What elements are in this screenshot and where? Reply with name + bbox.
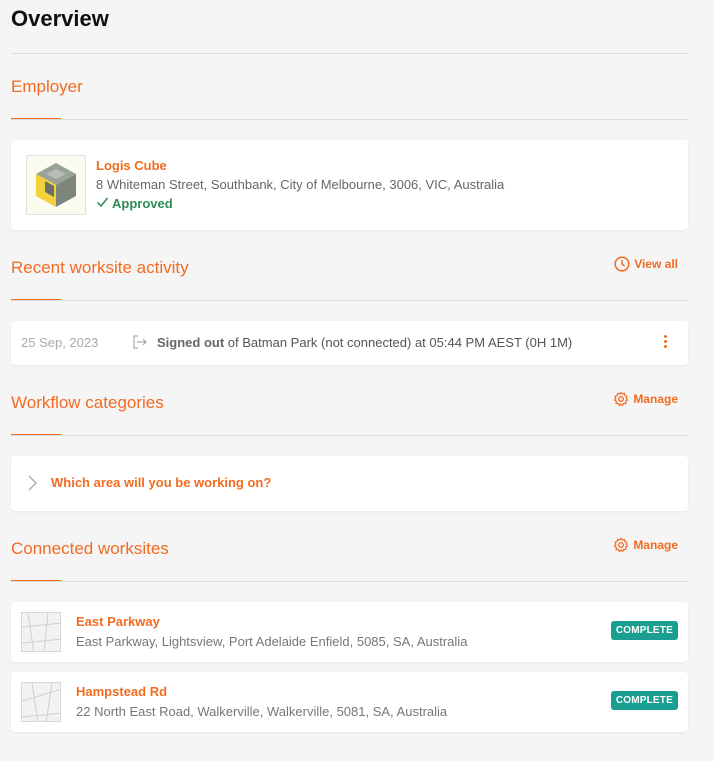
workflow-manage-label: Manage [633,392,678,406]
divider [11,300,688,301]
workflow-category-item[interactable]: Which area will you be working on? [11,456,688,511]
view-all-label: View all [634,257,678,271]
worksite-address: East Parkway, Lightsview, Port Adelaide … [76,634,468,649]
gear-icon [613,391,629,407]
worksite-name[interactable]: East Parkway [76,614,160,629]
employer-name[interactable]: Logis Cube [96,158,167,173]
activity-row: 25 Sep, 2023 Signed out of Batman Park (… [11,321,688,365]
map-thumbnail [21,682,61,722]
worksite-name[interactable]: Hampstead Rd [76,684,167,699]
worksites-section-title: Connected worksites [11,539,169,558]
check-icon [96,196,109,211]
divider [11,53,688,54]
chevron-right-icon [27,475,37,496]
employer-section-title: Employer [11,77,83,96]
activity-event: Signed out [157,335,225,350]
activity-text: Signed out of Batman Park (not connected… [157,335,572,350]
view-all-button[interactable]: View all [614,256,678,272]
activity-section-title: Recent worksite activity [11,258,189,277]
map-thumbnail [21,612,61,652]
worksites-manage-label: Manage [633,538,678,552]
employer-logo [26,155,86,215]
employer-card[interactable]: Logis Cube 8 Whiteman Street, Southbank,… [11,140,688,230]
activity-date: 25 Sep, 2023 [21,335,99,350]
employer-status-label: Approved [112,196,173,211]
divider [11,119,688,120]
workflow-manage-button[interactable]: Manage [613,391,678,407]
worksite-address: 22 North East Road, Walkerville, Walkerv… [76,704,448,719]
divider [11,581,688,582]
worksite-card[interactable]: East Parkway East Parkway, Lightsview, P… [11,602,688,662]
more-options-icon[interactable] [660,335,670,351]
status-badge: COMPLETE [610,621,678,640]
worksites-manage-button[interactable]: Manage [613,537,678,553]
gear-icon [613,537,629,553]
status-badge: COMPLETE [610,691,678,710]
clock-icon [614,256,630,272]
sign-out-icon [132,335,148,354]
workflow-category-label: Which area will you be working on? [51,475,272,490]
divider [11,435,688,436]
worksite-card[interactable]: Hampstead Rd 22 North East Road, Walkerv… [11,672,688,732]
page-title: Overview [11,6,109,31]
activity-detail: of Batman Park (not connected) at 05:44 … [227,335,573,350]
workflow-section-title: Workflow categories [11,393,164,412]
employer-status: Approved [96,196,173,211]
employer-address: 8 Whiteman Street, Southbank, City of Me… [96,177,505,192]
